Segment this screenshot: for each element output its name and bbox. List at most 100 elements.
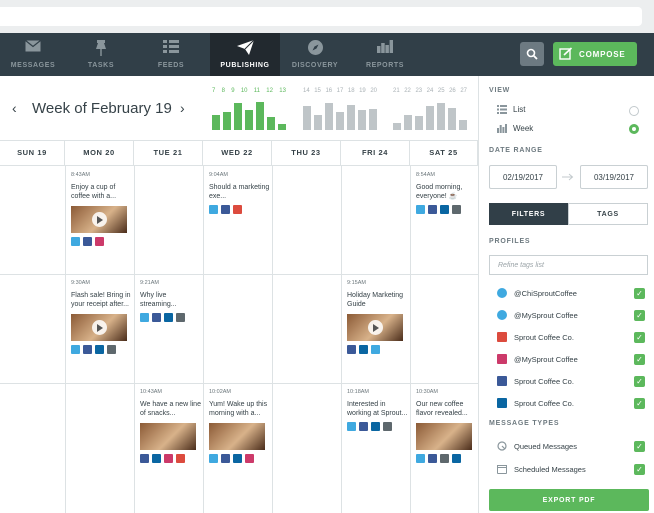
scheduled-post[interactable]: 9:15AM Holiday Marketing Guide xyxy=(347,279,409,354)
week-sparkline[interactable]: 14 15 16 17 18 19 20 xyxy=(303,88,377,130)
week-sparkline[interactable]: 21 22 23 24 25 26 27 xyxy=(393,88,467,130)
facebook-icon xyxy=(359,422,368,431)
pin-icon xyxy=(68,40,134,56)
post-image[interactable] xyxy=(140,423,196,450)
twitter-icon xyxy=(416,454,425,463)
scheduled-post[interactable]: 10:02AM Yum! Wake up this morning with a.… xyxy=(209,388,271,463)
twitter-icon xyxy=(209,454,218,463)
profile-row[interactable]: @MySprout Coffee ✓ xyxy=(497,353,645,365)
profile-label: Sprout Coffee Co. xyxy=(514,332,574,342)
grid-divider xyxy=(272,166,273,513)
post-image[interactable] xyxy=(416,423,472,450)
compose-button[interactable]: COMPOSE xyxy=(553,42,637,66)
view-option-list[interactable]: List xyxy=(497,105,525,114)
profile-row[interactable]: Sprout Coffee Co. ✓ xyxy=(497,375,645,387)
prev-week-arrow[interactable]: ‹ xyxy=(12,100,17,116)
scheduled-post[interactable]: 8:54AM Good morning, everyone! ☕ xyxy=(416,171,478,214)
grid-divider xyxy=(203,166,204,513)
refine-tags-input[interactable]: Refine tags list xyxy=(489,255,648,275)
export-pdf-button[interactable]: EXPORT PDF xyxy=(489,489,649,511)
sparkline-bar xyxy=(393,123,401,130)
nav-reports[interactable]: REPORTS xyxy=(352,33,418,76)
profile-row[interactable]: Sprout Coffee Co. ✓ xyxy=(497,331,645,343)
scheduled-post[interactable]: 9:30AM Flash sale! Bring in your receipt … xyxy=(71,279,133,354)
profile-row[interactable]: Sprout Coffee Co. ✓ xyxy=(497,397,645,409)
post-image[interactable] xyxy=(347,314,403,341)
instagram-icon xyxy=(95,237,104,246)
message-type-row[interactable]: Scheduled Messages ✓ xyxy=(497,463,645,475)
nav-tasks[interactable]: TASKS xyxy=(68,33,134,76)
check-icon[interactable]: ✓ xyxy=(634,440,645,452)
profile-row[interactable]: @MySprout Coffee ✓ xyxy=(497,309,645,321)
address-bar[interactable] xyxy=(0,7,642,26)
sparkline-day-number: 24 xyxy=(426,88,434,94)
sidebar: VIEW List Week DATE RANGE 02/19/2017 03/… xyxy=(478,76,654,513)
instagram-icon xyxy=(497,354,507,364)
tab-filters[interactable]: FILTERS xyxy=(489,203,568,225)
check-icon[interactable]: ✓ xyxy=(634,397,645,409)
week-title: Week of February 19 xyxy=(32,100,172,117)
scheduled-post[interactable]: 9:21AM Why live streaming... xyxy=(140,279,202,322)
scheduled-post[interactable]: 10:30AM Our new coffee flavor revealed... xyxy=(416,388,478,463)
sparkline-bar xyxy=(437,103,445,130)
compass-icon xyxy=(282,40,348,56)
queue-icon xyxy=(497,441,507,451)
date-end-input[interactable]: 03/19/2017 xyxy=(580,165,648,189)
day-header: WED 22 xyxy=(203,141,272,165)
post-image[interactable] xyxy=(71,314,127,341)
browser-bar xyxy=(0,0,654,33)
profile-label: Sprout Coffee Co. xyxy=(514,376,574,386)
check-icon[interactable]: ✓ xyxy=(634,331,645,343)
sparkline-bar xyxy=(278,124,286,130)
view-week-radio[interactable] xyxy=(629,124,639,134)
sparkline-day-number: 12 xyxy=(266,88,273,94)
sparkline-bar xyxy=(404,114,412,130)
nav-discovery[interactable]: DISCOVERY xyxy=(282,33,348,76)
scheduled-post[interactable]: 10:43AM We have a new line of snacks... xyxy=(140,388,202,463)
sparkline-day-number: 23 xyxy=(415,88,423,94)
nav-publishing[interactable]: PUBLISHING xyxy=(210,33,280,76)
nav-messages[interactable]: MESSAGES xyxy=(0,33,66,76)
message-type-row[interactable]: Queued Messages ✓ xyxy=(497,440,645,452)
post-image[interactable] xyxy=(209,423,265,450)
profile-row[interactable]: @ChiSproutCoffee ✓ xyxy=(497,287,645,299)
check-icon[interactable]: ✓ xyxy=(634,463,645,475)
bar-chart-icon xyxy=(352,40,418,56)
profile-label: @ChiSproutCoffee xyxy=(514,288,577,298)
google-plus-icon xyxy=(176,454,185,463)
sparkline-day-number: 14 xyxy=(303,88,310,94)
twitter-icon xyxy=(71,345,80,354)
scheduled-post[interactable]: 8:43AM Enjoy a cup of coffee with a... xyxy=(71,171,133,246)
play-icon[interactable] xyxy=(92,212,107,227)
check-icon[interactable]: ✓ xyxy=(634,309,645,321)
search-button[interactable] xyxy=(520,42,544,66)
week-bars-icon xyxy=(497,124,507,133)
week-sparkline[interactable]: 7 8 9 10 11 12 13 xyxy=(212,88,286,130)
sparkline-day-number: 19 xyxy=(359,88,366,94)
date-start-input[interactable]: 02/19/2017 xyxy=(489,165,557,189)
sparkline-day-number: 9 xyxy=(231,88,235,94)
scheduled-post[interactable]: 10:18AM Interested in working at Sprout..… xyxy=(347,388,409,431)
scheduled-post[interactable]: 9:04AM Should a marketing exe... xyxy=(209,171,271,214)
check-icon[interactable]: ✓ xyxy=(634,375,645,387)
play-icon[interactable] xyxy=(368,320,383,335)
post-time: 9:21AM xyxy=(140,280,159,286)
sparkline-day-number: 7 xyxy=(212,88,216,94)
post-time: 8:54AM xyxy=(416,172,435,178)
view-option-week[interactable]: Week xyxy=(497,124,533,133)
post-time: 9:04AM xyxy=(209,172,228,178)
post-networks xyxy=(209,205,271,214)
next-week-arrow[interactable]: › xyxy=(180,100,185,116)
nav-feeds[interactable]: FEEDS xyxy=(138,33,204,76)
sparkline-day-numbers: 14 15 16 17 18 19 20 xyxy=(303,88,377,94)
tab-tags[interactable]: TAGS xyxy=(568,203,648,225)
view-list-radio[interactable] xyxy=(629,106,639,116)
check-icon[interactable]: ✓ xyxy=(634,287,645,299)
post-image[interactable] xyxy=(71,206,127,233)
post-networks xyxy=(209,454,271,463)
sparkline-day-number: 25 xyxy=(437,88,445,94)
play-icon[interactable] xyxy=(92,320,107,335)
profiles-label: PROFILES xyxy=(489,238,531,245)
post-text: Holiday Marketing Guide xyxy=(347,292,404,308)
check-icon[interactable]: ✓ xyxy=(634,353,645,365)
